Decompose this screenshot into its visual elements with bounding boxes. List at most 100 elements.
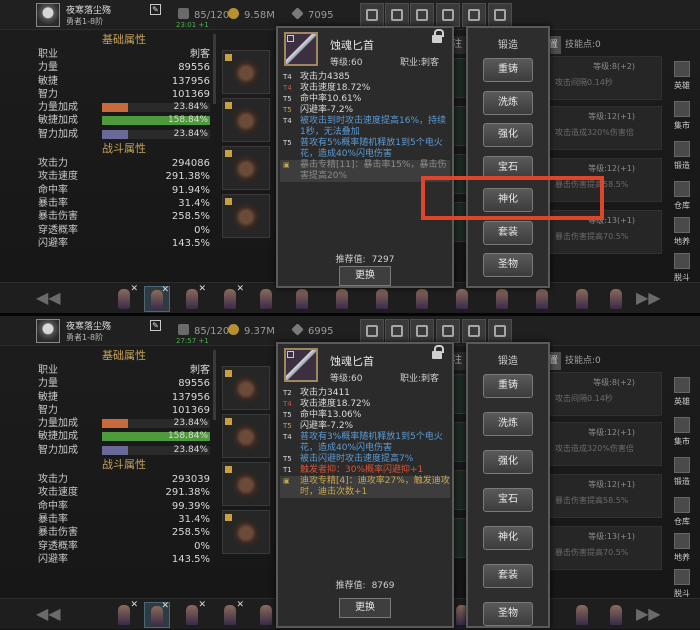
lock-icon[interactable] [432, 29, 444, 43]
boots-slot[interactable] [222, 194, 270, 238]
hero-portrait[interactable]: ✕ [112, 600, 138, 628]
prev-page-icon[interactable]: ◀◀ [36, 288, 61, 307]
edit-icon[interactable]: ✎ [150, 320, 161, 331]
chest-icon[interactable] [488, 319, 512, 343]
hero-portrait[interactable] [370, 286, 396, 312]
hero-portrait[interactable] [410, 286, 436, 312]
attribute-scrollbar[interactable] [213, 350, 216, 420]
skill-row[interactable]: 等级:12(+1) 攻击造成320%伤害倍 [550, 422, 662, 466]
hero-portrait[interactable]: ✕ [144, 601, 170, 628]
hero-portrait[interactable] [330, 286, 356, 312]
hero-portrait[interactable]: ✕ [144, 285, 170, 312]
shop-icon[interactable] [360, 319, 384, 343]
hero-portrait[interactable] [530, 286, 556, 312]
armor-slot[interactable] [222, 98, 270, 142]
stat-row: 智力 101369 [36, 88, 212, 101]
dismiss-icon[interactable]: ✕ [161, 285, 169, 295]
recast-button[interactable]: 重铸 [483, 58, 533, 82]
hero-portrait[interactable] [604, 602, 630, 628]
avatar[interactable] [36, 319, 60, 343]
dismiss-icon[interactable]: ✕ [236, 284, 244, 294]
edit-icon[interactable]: ✎ [150, 4, 161, 15]
gamepad-icon[interactable] [410, 319, 434, 343]
gold-value: 9.58M [244, 10, 275, 21]
dismiss-icon[interactable]: ✕ [161, 601, 169, 611]
ranking-icon[interactable] [462, 319, 486, 343]
relic-button[interactable]: 圣物 [483, 602, 533, 626]
dismiss-icon[interactable]: ✕ [130, 284, 138, 294]
side-menu-map[interactable]: 地养 [668, 216, 696, 248]
side-menu-forge[interactable]: 锻造 [668, 140, 696, 172]
hero-portrait[interactable] [254, 286, 280, 312]
side-menu-warehouse[interactable]: 仓库 [668, 180, 696, 212]
hero-portrait[interactable] [570, 286, 596, 312]
enhance-button[interactable]: 强化 [483, 123, 533, 147]
hero-portrait[interactable] [290, 286, 316, 312]
settings-icon[interactable] [436, 3, 460, 27]
replace-button[interactable]: 更换 [339, 266, 391, 286]
replace-button[interactable]: 更换 [339, 598, 391, 618]
next-page-icon[interactable]: ▶▶ [636, 288, 661, 307]
side-menu-hero[interactable]: 英雄 [668, 376, 696, 408]
shop-icon[interactable] [360, 3, 384, 27]
armor-slot[interactable] [222, 414, 270, 458]
gem-counter: 6995 [291, 323, 333, 337]
dismiss-icon[interactable]: ✕ [198, 284, 206, 294]
ranking-icon[interactable] [462, 3, 486, 27]
hero-portrait[interactable]: ✕ [180, 284, 206, 312]
hero-figure-icon [224, 289, 236, 309]
attribute-scrollbar[interactable] [213, 34, 216, 104]
hero-portrait[interactable]: ✕ [112, 284, 138, 312]
hero-portrait[interactable] [570, 602, 596, 628]
lock-icon[interactable] [432, 345, 444, 359]
side-menu-hero[interactable]: 英雄 [668, 60, 696, 92]
skill-row[interactable]: 等级:12(+1) 暴击伤害提高58.5% [550, 474, 662, 518]
hero-portrait[interactable]: ✕ [180, 600, 206, 628]
hero-portrait[interactable]: ✕ [218, 600, 244, 628]
set-button[interactable]: 套装 [483, 564, 533, 588]
enhance-button[interactable]: 强化 [483, 450, 533, 474]
side-menu-map[interactable]: 地养 [668, 532, 696, 564]
side-menu-battle[interactable]: 脱斗 [668, 252, 696, 284]
dismiss-icon[interactable]: ✕ [198, 600, 206, 610]
avatar[interactable] [36, 3, 60, 27]
recast-button[interactable]: 重铸 [483, 374, 533, 398]
side-menu-warehouse[interactable]: 仓库 [668, 496, 696, 528]
side-menu-forge[interactable]: 锻造 [668, 456, 696, 488]
divinize-button[interactable]: 神化 [483, 526, 533, 550]
prev-page-icon[interactable]: ◀◀ [36, 604, 61, 623]
bracer-slot[interactable] [222, 462, 270, 506]
stat-label: 命中率 [38, 500, 68, 512]
necklace-slot[interactable] [222, 366, 270, 410]
skill-row[interactable]: 等级:12(+1) 攻击造成320%伤害倍 [550, 106, 662, 150]
next-page-icon[interactable]: ▶▶ [636, 604, 661, 623]
settings-icon[interactable] [436, 319, 460, 343]
mail-icon-glyph [391, 325, 403, 337]
mail-icon[interactable] [385, 319, 409, 343]
chest-icon[interactable] [488, 3, 512, 27]
dismiss-icon[interactable]: ✕ [130, 600, 138, 610]
necklace-slot[interactable] [222, 50, 270, 94]
hero-portrait[interactable] [604, 286, 630, 312]
reroll-button[interactable]: 洗炼 [483, 412, 533, 436]
hero-portrait[interactable] [450, 286, 476, 312]
mail-icon[interactable] [385, 3, 409, 27]
side-menu-battle[interactable]: 脱斗 [668, 568, 696, 600]
gem-button[interactable]: 宝石 [483, 488, 533, 512]
stat-label: 敏捷加成 [38, 431, 78, 443]
affix-text: 攻击力3411 [300, 388, 350, 398]
side-menu-market[interactable]: 集市 [668, 100, 696, 132]
relic-button[interactable]: 圣物 [483, 253, 533, 277]
boots-slot[interactable] [222, 510, 270, 554]
skill-row[interactable]: 等级:13(+1) 暴击伤害提高70.5% [550, 526, 662, 570]
hero-portrait[interactable] [490, 286, 516, 312]
skill-row[interactable]: 等级:8(+2) 攻击间隔0.14秒 [550, 56, 662, 100]
dismiss-icon[interactable]: ✕ [236, 600, 244, 610]
side-menu-market[interactable]: 集市 [668, 416, 696, 448]
skill-row[interactable]: 等级:8(+2) 攻击间隔0.14秒 [550, 372, 662, 416]
bracer-slot[interactable] [222, 146, 270, 190]
reroll-button[interactable]: 洗炼 [483, 90, 533, 115]
set-button[interactable]: 套装 [483, 220, 533, 245]
gamepad-icon[interactable] [410, 3, 434, 27]
hero-portrait[interactable]: ✕ [218, 284, 244, 312]
